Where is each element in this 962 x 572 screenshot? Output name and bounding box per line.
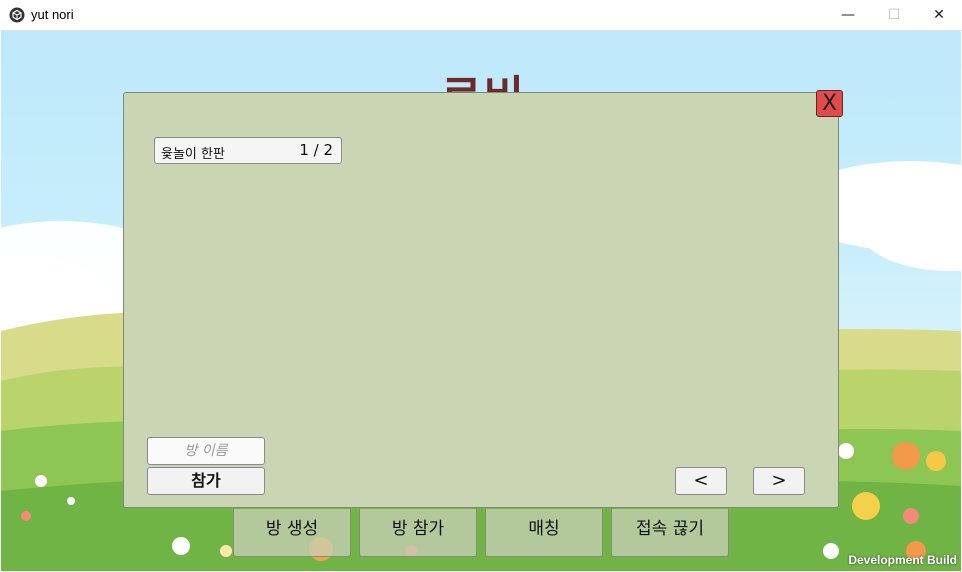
unity-cube-icon	[9, 7, 25, 23]
create-room-button[interactable]: 방 생성	[233, 509, 351, 557]
room-player-count: 1 / 2	[299, 141, 333, 159]
minimize-button[interactable]: —	[825, 0, 871, 30]
room-list-panel: X 윷놀이 한판 1 / 2 참가 < >	[123, 90, 843, 508]
prev-page-button[interactable]: <	[675, 467, 727, 495]
game-scene: 로비 방 생성 방 참가 매칭 접속 끊기 X 윷놀이 한판 1 / 2 참가 …	[1, 31, 961, 571]
disconnect-button[interactable]: 접속 끊기	[611, 509, 729, 557]
next-page-button[interactable]: >	[753, 467, 805, 495]
matching-button[interactable]: 매칭	[485, 509, 603, 557]
window-close-button[interactable]: ✕	[916, 0, 962, 30]
join-room-button[interactable]: 방 참가	[359, 509, 477, 557]
panel-close-button[interactable]: X	[816, 90, 843, 117]
room-name-input[interactable]	[147, 437, 265, 465]
room-name: 윷놀이 한판	[161, 147, 225, 162]
room-list-item[interactable]: 윷놀이 한판 1 / 2	[154, 137, 342, 164]
window-titlebar: yut nori — ☐ ✕	[0, 0, 962, 31]
maximize-button[interactable]: ☐	[871, 0, 917, 30]
development-build-label: Development Build	[848, 553, 957, 567]
join-button[interactable]: 참가	[147, 467, 265, 495]
window-title: yut nori	[31, 7, 74, 22]
